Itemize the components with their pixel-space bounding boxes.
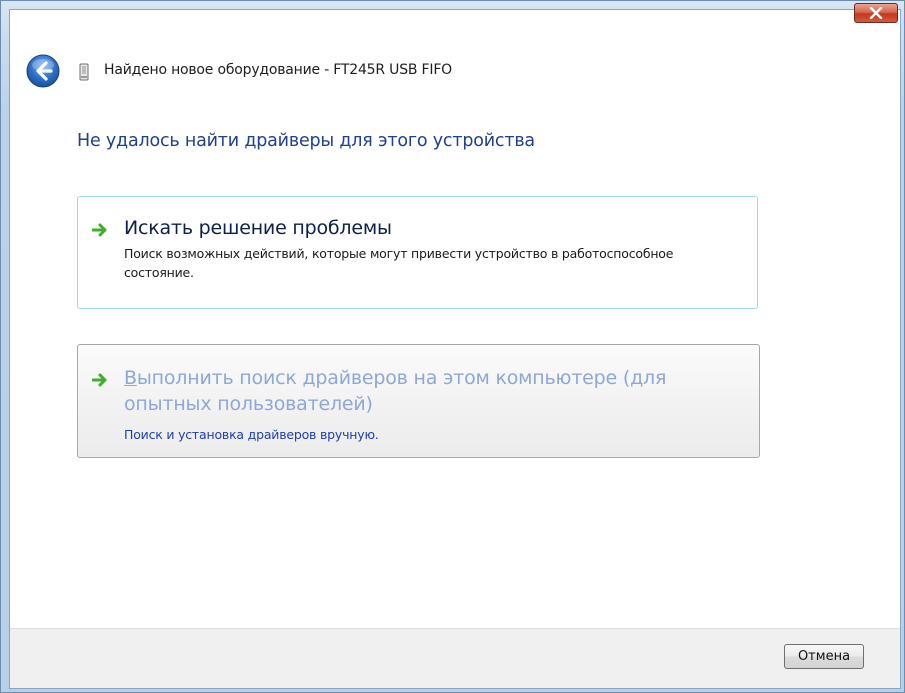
option-browse-computer[interactable]: Выполнить поиск драйверов на этом компью… xyxy=(77,344,760,458)
option-title-rest: ыполнить поиск драйверов на этом компьют… xyxy=(124,367,667,415)
dialog-content: Найдено новое оборудование - FT245R USB … xyxy=(9,9,901,689)
access-key-letter: В xyxy=(124,367,137,389)
green-arrow-icon xyxy=(92,223,107,237)
back-arrow-icon xyxy=(26,54,60,88)
option-search-solution[interactable]: Искать решение проблемы Поиск возможных … xyxy=(77,196,758,309)
usb-device-icon xyxy=(79,63,89,81)
page-heading: Не удалось найти драйверы для этого устр… xyxy=(77,131,535,151)
back-button[interactable] xyxy=(26,54,60,88)
dialog-header: Найдено новое оборудование - FT245R USB … xyxy=(10,10,900,106)
window-title: Найдено новое оборудование - FT245R USB … xyxy=(104,62,452,78)
option-description: Поиск и установка драйверов вручную. xyxy=(124,427,379,442)
close-button[interactable] xyxy=(854,3,898,23)
cancel-button[interactable]: Отмена xyxy=(784,644,864,669)
dialog-window: Найдено новое оборудование - FT245R USB … xyxy=(0,0,905,693)
option-title: Выполнить поиск драйверов на этом компью… xyxy=(124,365,724,417)
dialog-footer: Отмена xyxy=(10,628,900,688)
green-arrow-icon xyxy=(92,373,107,387)
close-icon xyxy=(869,7,883,19)
option-title: Искать решение проблемы xyxy=(124,217,392,239)
option-description: Поиск возможных действий, которые могут … xyxy=(124,246,674,280)
